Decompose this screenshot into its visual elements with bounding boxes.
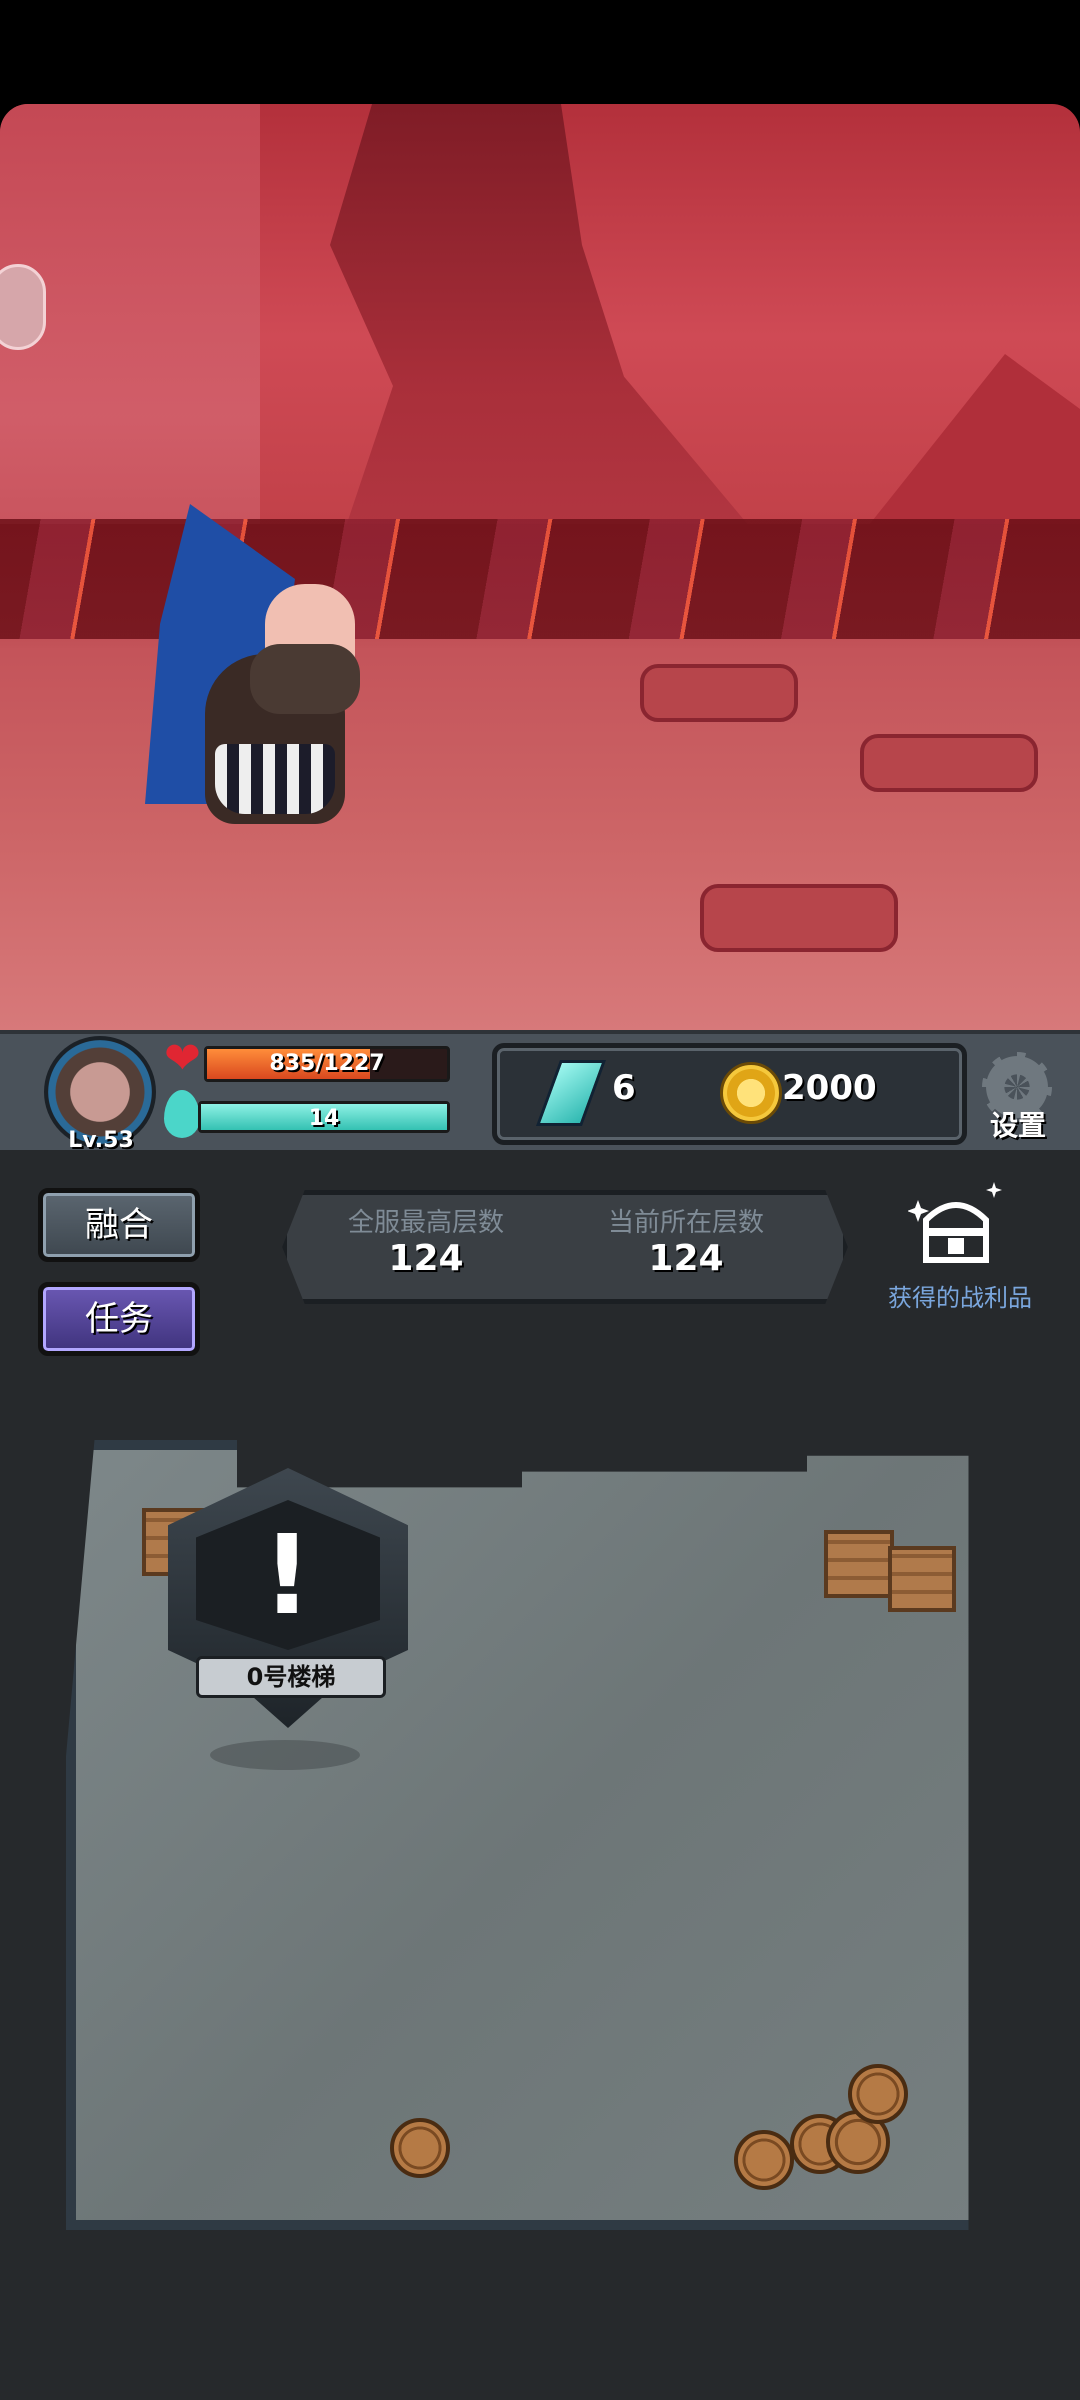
ground-stone xyxy=(640,664,798,722)
stairs-shadow xyxy=(210,1740,360,1770)
barrel xyxy=(848,2064,908,2124)
treasure-chest-icon[interactable] xyxy=(908,1180,1004,1270)
ground-stone xyxy=(700,884,898,952)
player-character xyxy=(135,504,365,844)
loot-label[interactable]: 获得的战利品 xyxy=(880,1278,1040,1313)
character-shirt xyxy=(215,744,335,814)
hp-text: 835/1227 xyxy=(269,1051,385,1076)
mp-text: 14 xyxy=(308,1106,340,1131)
server-max-floor-value: 124 xyxy=(388,1238,464,1279)
current-floor-label: 当前所在层数 xyxy=(607,1208,764,1238)
character-beard xyxy=(250,644,360,714)
battle-scene xyxy=(0,104,1080,1030)
heart-icon: ❤ xyxy=(164,1033,201,1084)
settings-button[interactable]: 设置 xyxy=(978,1104,1058,1144)
gold-count: 2000 xyxy=(782,1068,877,1108)
chat-bubble-icon[interactable] xyxy=(0,264,46,350)
hp-bar: 835/1227 xyxy=(204,1046,450,1082)
alert-icon: ! xyxy=(262,1511,313,1639)
barrel xyxy=(734,2130,794,2190)
merge-button[interactable]: 融合 xyxy=(38,1188,200,1262)
current-floor-value: 124 xyxy=(648,1238,724,1279)
stairs-label[interactable]: 0号楼梯 xyxy=(196,1656,386,1698)
mp-bar: 14 xyxy=(198,1101,450,1133)
server-max-floor-label: 全服最高层数 xyxy=(347,1208,504,1238)
ground-stone xyxy=(860,734,1038,792)
crate xyxy=(824,1530,894,1598)
crate xyxy=(888,1546,956,1612)
task-button[interactable]: 任务 xyxy=(38,1282,200,1356)
gem-count: 6 xyxy=(612,1068,636,1108)
gold-coin-icon xyxy=(720,1062,782,1124)
rock-tree-background xyxy=(330,104,750,574)
barrel xyxy=(390,2118,450,2178)
